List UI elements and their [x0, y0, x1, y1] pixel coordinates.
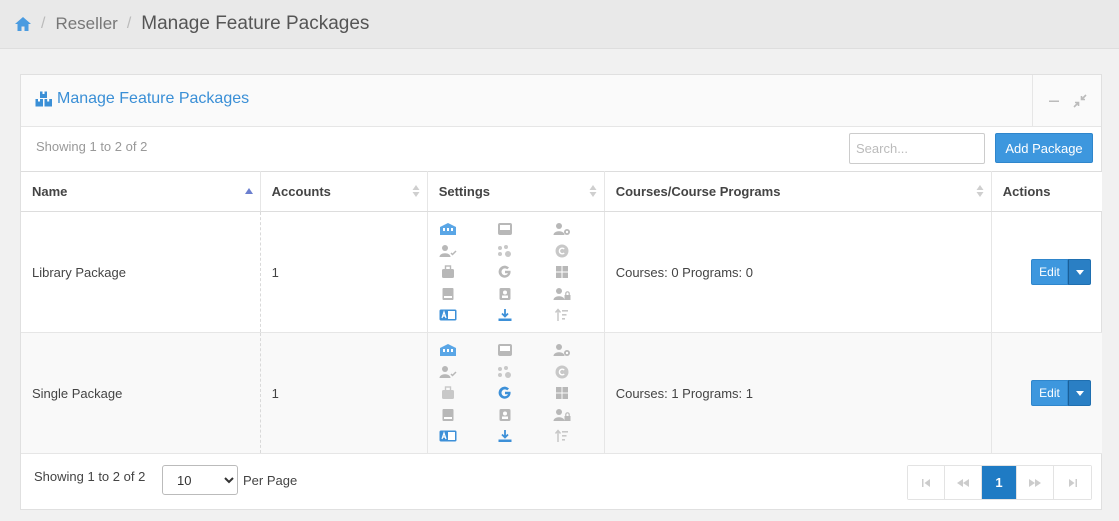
sort-icon[interactable]: [588, 184, 598, 201]
edit-button[interactable]: Edit: [1031, 259, 1068, 285]
column-label: Actions: [1002, 184, 1051, 199]
windows-icon: [553, 385, 571, 401]
column-label: Courses/Course Programs: [615, 184, 781, 199]
feature-packages-panel: Manage Feature Packages Showing 1 to 2 o…: [20, 74, 1102, 510]
caret-down-icon: [1075, 269, 1084, 275]
cell-settings: [427, 211, 605, 333]
breadcrumb-bar: / Reseller / Manage Feature Packages: [0, 0, 1119, 49]
column-header-actions: Actions: [991, 171, 1102, 212]
edit-button[interactable]: Edit: [1031, 380, 1068, 406]
user-check-icon: [439, 243, 457, 259]
packages-table: Name Accounts Settings Courses/Course Pr…: [21, 171, 1102, 454]
translate-icon: [439, 307, 457, 323]
edit-dropdown-toggle[interactable]: [1068, 259, 1091, 285]
previous-page-icon: [957, 478, 969, 487]
next-page-icon: [1029, 478, 1041, 487]
copyright-icon: [553, 364, 571, 380]
cell-name: Library Package: [21, 211, 261, 333]
first-page-icon: [922, 478, 930, 487]
briefcase-icon: [439, 385, 457, 401]
building-icon: [439, 221, 457, 237]
user-check-icon: [439, 364, 457, 380]
cell-actions: Edit: [991, 211, 1102, 333]
column-header-courses[interactable]: Courses/Course Programs: [604, 171, 992, 212]
book-icon: [439, 407, 457, 423]
edit-button-group: Edit: [1003, 259, 1091, 285]
column-header-accounts[interactable]: Accounts: [260, 171, 428, 212]
last-page-icon: [1068, 478, 1077, 487]
home-icon[interactable]: [14, 15, 32, 33]
panel-title: Manage Feature Packages: [35, 90, 249, 108]
download-icon: [496, 428, 514, 444]
inbox-icon: [496, 221, 514, 237]
pagination: 1: [907, 465, 1092, 500]
boxes-icon: [35, 91, 53, 107]
add-package-button[interactable]: Add Package: [995, 133, 1093, 163]
column-label: Settings: [438, 184, 490, 199]
breadcrumb-separator: /: [41, 15, 46, 32]
cell-actions: Edit: [991, 332, 1102, 454]
contact-book-icon: [496, 286, 514, 302]
windows-icon: [553, 264, 571, 280]
settings-icons: [439, 339, 593, 447]
previous-page-button[interactable]: [945, 466, 982, 499]
user-gear-icon: [553, 342, 571, 358]
user-lock-icon: [553, 286, 571, 302]
search-input[interactable]: [849, 133, 985, 164]
copyright-icon: [553, 243, 571, 259]
minimize-icon[interactable]: [1046, 93, 1062, 109]
per-page-select[interactable]: 10: [162, 465, 238, 495]
per-page-label: Per Page: [243, 473, 298, 488]
user-gear-icon: [553, 221, 571, 237]
next-page-button[interactable]: [1017, 466, 1054, 499]
column-label: Name: [32, 184, 68, 199]
sort-amount-icon: [553, 307, 571, 323]
table-row: Library Package 1 Courses: 0 Programs: 0…: [21, 211, 1102, 333]
showing-count-top: Showing 1 to 2 of 2: [36, 139, 148, 154]
breadcrumb-reseller[interactable]: Reseller: [55, 14, 117, 34]
sort-amount-icon: [553, 428, 571, 444]
cell-accounts: 1: [260, 332, 428, 454]
cell-accounts: 1: [260, 211, 428, 333]
contact-book-icon: [496, 407, 514, 423]
briefcase-icon: [439, 264, 457, 280]
google-icon: [496, 385, 514, 401]
first-page-button[interactable]: [908, 466, 945, 499]
panel-tools: [1032, 75, 1101, 127]
panel-header: Manage Feature Packages: [21, 75, 1101, 127]
breadcrumb-current: Manage Feature Packages: [141, 13, 370, 34]
cell-courses: Courses: 1 Programs: 1: [604, 332, 992, 454]
collapse-icon[interactable]: [1072, 93, 1088, 109]
breadcrumb-separator: /: [126, 15, 132, 32]
book-icon: [439, 286, 457, 302]
column-header-name[interactable]: Name: [21, 171, 261, 212]
table-row: Single Package 1 Courses: 1 Programs: 1 …: [21, 332, 1102, 454]
cell-name: Single Package: [21, 332, 261, 454]
users-cog-icon: [496, 243, 514, 259]
sort-ascending-icon[interactable]: [244, 184, 254, 201]
column-label: Accounts: [271, 184, 331, 199]
page-button-current[interactable]: 1: [982, 466, 1017, 499]
cell-settings: [427, 332, 605, 454]
showing-count-bottom: Showing 1 to 2 of 2: [34, 469, 146, 484]
column-header-settings[interactable]: Settings: [427, 171, 605, 212]
sort-icon[interactable]: [411, 184, 421, 201]
edit-button-group: Edit: [1003, 380, 1091, 406]
panel-title-text: Manage Feature Packages: [57, 90, 250, 107]
translate-icon: [439, 428, 457, 444]
download-icon: [496, 307, 514, 323]
edit-dropdown-toggle[interactable]: [1068, 380, 1091, 406]
cell-courses: Courses: 0 Programs: 0: [604, 211, 992, 333]
sort-icon[interactable]: [975, 184, 985, 201]
settings-icons: [439, 218, 593, 326]
google-icon: [496, 264, 514, 280]
last-page-button[interactable]: [1054, 466, 1091, 499]
caret-down-icon: [1075, 390, 1084, 396]
building-icon: [439, 342, 457, 358]
user-lock-icon: [553, 407, 571, 423]
inbox-icon: [496, 342, 514, 358]
users-cog-icon: [496, 364, 514, 380]
